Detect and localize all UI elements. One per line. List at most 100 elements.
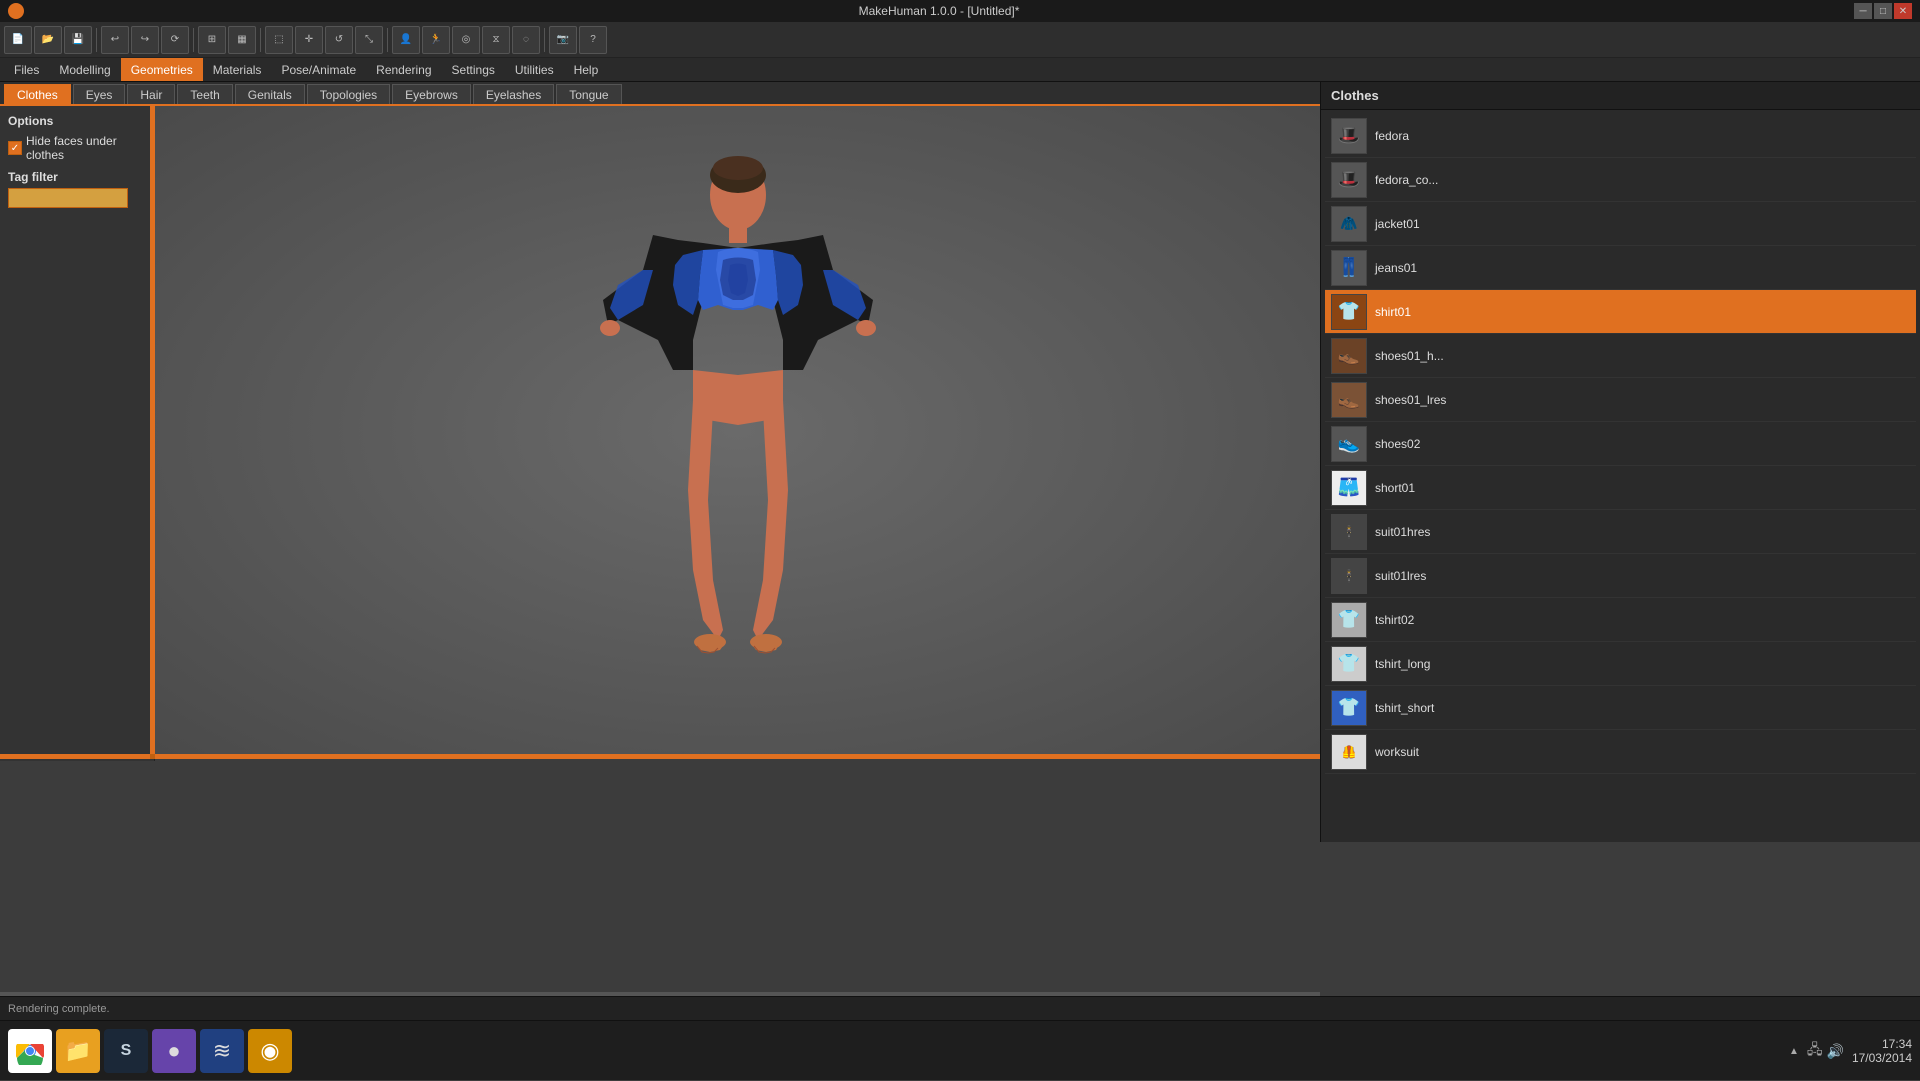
tab-eyebrows[interactable]: Eyebrows: [392, 84, 471, 104]
viewport[interactable]: [155, 106, 1320, 754]
tab-tongue[interactable]: Tongue: [556, 84, 621, 104]
clothes-item-jacket01[interactable]: 🧥 jacket01: [1325, 202, 1916, 246]
taskbar-chrome-icon[interactable]: [8, 1029, 52, 1073]
toolbar-save-btn[interactable]: 💾: [64, 26, 92, 54]
clothes-item-shoes01-lres[interactable]: 👞 shoes01_lres: [1325, 378, 1916, 422]
clothes-thumb-shoes01-lres: 👞: [1331, 382, 1367, 418]
close-button[interactable]: ✕: [1894, 3, 1912, 19]
menu-help[interactable]: Help: [564, 58, 609, 81]
clothes-list: 🎩 fedora 🎩 fedora_co... 🧥 jacket01 👖 jea…: [1321, 110, 1920, 778]
clothes-name-jacket01: jacket01: [1375, 217, 1420, 231]
clothes-item-suit01lres[interactable]: 🕴 suit01lres: [1325, 554, 1916, 598]
window-title: MakeHuman 1.0.0 - [Untitled]*: [24, 4, 1854, 18]
clothes-name-tshirt02: tshirt02: [1375, 613, 1414, 627]
right-panel: Clothes 🎩 fedora 🎩 fedora_co... 🧥 jacket…: [1320, 82, 1920, 842]
toolbar-sep1: [96, 28, 97, 52]
hide-faces-checkbox[interactable]: [8, 141, 22, 155]
titlebar: MakeHuman 1.0.0 - [Untitled]* ─ □ ✕: [0, 0, 1920, 22]
clothes-thumb-worksuit: 🦺: [1331, 734, 1367, 770]
clothes-item-shoes02[interactable]: 👟 shoes02: [1325, 422, 1916, 466]
network-icon: 🖧: [1807, 1039, 1823, 1063]
left-panel: Options Hide faces under clothes Tag fil…: [0, 106, 155, 761]
tab-hair[interactable]: Hair: [127, 84, 175, 104]
clothes-name-shoes01-lres: shoes01_lres: [1375, 393, 1446, 407]
toolbar-screenshot-btn[interactable]: 📷: [549, 26, 577, 54]
clothes-name-jeans01: jeans01: [1375, 261, 1417, 275]
clothes-name-suit01lres: suit01lres: [1375, 569, 1426, 583]
options-title: Options: [8, 114, 146, 128]
clothes-item-shirt01[interactable]: 👕 shirt01: [1325, 290, 1916, 334]
clothes-item-short01[interactable]: 🩳 short01: [1325, 466, 1916, 510]
figure-area: [155, 106, 1320, 754]
clothes-name-shirt01: shirt01: [1375, 305, 1411, 319]
clothes-name-tshirt-short: tshirt_short: [1375, 701, 1434, 715]
clothes-item-fedora-co[interactable]: 🎩 fedora_co...: [1325, 158, 1916, 202]
toolbar-grid-btn[interactable]: ⊞: [198, 26, 226, 54]
clothes-thumb-suit01hres: 🕴: [1331, 514, 1367, 550]
taskbar-steam-icon[interactable]: S: [104, 1029, 148, 1073]
toolbar-redo-btn[interactable]: ↪: [131, 26, 159, 54]
toolbar-help-btn[interactable]: ?: [579, 26, 607, 54]
toolbar-move-btn[interactable]: ✛: [295, 26, 323, 54]
toolbar-pose-btn[interactable]: 🏃: [422, 26, 450, 54]
clothes-thumb-fedora: 🎩: [1331, 118, 1367, 154]
window-controls: ─ □ ✕: [1854, 3, 1912, 19]
clothes-item-suit01hres[interactable]: 🕴 suit01hres: [1325, 510, 1916, 554]
toolbar-rotate-btn[interactable]: ⟳: [161, 26, 189, 54]
tag-filter-input[interactable]: [8, 188, 128, 208]
tab-teeth[interactable]: Teeth: [177, 84, 232, 104]
toolbar-open-btn[interactable]: 📂: [34, 26, 62, 54]
toolbar-scale-btn[interactable]: ⤡: [355, 26, 383, 54]
menu-utilities[interactable]: Utilities: [505, 58, 564, 81]
clothes-name-tshirt-long: tshirt_long: [1375, 657, 1430, 671]
toolbar-smooth-btn[interactable]: ◌: [512, 26, 540, 54]
app-icon: [8, 3, 24, 19]
menu-files[interactable]: Files: [4, 58, 49, 81]
tray-arrow[interactable]: ▲: [1789, 1046, 1799, 1057]
clothes-thumb-suit01lres: 🕴: [1331, 558, 1367, 594]
minimize-button[interactable]: ─: [1854, 3, 1872, 19]
clothes-item-tshirt-short[interactable]: 👕 tshirt_short: [1325, 686, 1916, 730]
toolbar-target-btn[interactable]: ◎: [452, 26, 480, 54]
menu-rendering[interactable]: Rendering: [366, 58, 441, 81]
clothes-name-short01: short01: [1375, 481, 1415, 495]
toolbar-rotate2-btn[interactable]: ↺: [325, 26, 353, 54]
toolbar-new-btn[interactable]: 📄: [4, 26, 32, 54]
maximize-button[interactable]: □: [1874, 3, 1892, 19]
resize-corner[interactable]: [150, 754, 155, 759]
clothes-item-shoes01-h[interactable]: 👞 shoes01_h...: [1325, 334, 1916, 378]
tab-clothes[interactable]: Clothes: [4, 84, 71, 104]
clothes-item-worksuit[interactable]: 🦺 worksuit: [1325, 730, 1916, 774]
status-text: Rendering complete.: [8, 1003, 110, 1015]
menu-poseanimate[interactable]: Pose/Animate: [271, 58, 366, 81]
tabbar: Clothes Eyes Hair Teeth Genitals Topolog…: [0, 82, 1320, 106]
clothes-item-jeans01[interactable]: 👖 jeans01: [1325, 246, 1916, 290]
clothes-item-tshirt02[interactable]: 👕 tshirt02: [1325, 598, 1916, 642]
taskbar-app3-icon[interactable]: ◉: [248, 1029, 292, 1073]
taskbar-files-icon[interactable]: 📁: [56, 1029, 100, 1073]
tab-eyelashes[interactable]: Eyelashes: [473, 84, 554, 104]
tab-topologies[interactable]: Topologies: [307, 84, 390, 104]
resize-handle-horizontal[interactable]: [0, 754, 1320, 759]
clothes-thumb-shoes01-h: 👞: [1331, 338, 1367, 374]
menu-geometries[interactable]: Geometries: [121, 58, 203, 81]
toolbar-select-btn[interactable]: ⬚: [265, 26, 293, 54]
clothes-item-fedora[interactable]: 🎩 fedora: [1325, 114, 1916, 158]
menu-materials[interactable]: Materials: [203, 58, 272, 81]
taskbar: 📁 S ● ≋ ◉ ▲ 🖧 🔊 17:34 17/03/2014: [0, 1020, 1920, 1080]
clothes-item-tshirt-long[interactable]: 👕 tshirt_long: [1325, 642, 1916, 686]
toolbar-human-btn[interactable]: 👤: [392, 26, 420, 54]
menu-settings[interactable]: Settings: [442, 58, 505, 81]
taskbar-app1-icon[interactable]: ●: [152, 1029, 196, 1073]
sys-icons: 🖧 🔊: [1807, 1039, 1844, 1063]
toolbar-checker-btn[interactable]: ▦: [228, 26, 256, 54]
clothes-thumb-tshirt-short: 👕: [1331, 690, 1367, 726]
toolbar-mirror-btn[interactable]: ⧖: [482, 26, 510, 54]
taskbar-app2-icon[interactable]: ≋: [200, 1029, 244, 1073]
volume-icon: 🔊: [1827, 1043, 1844, 1060]
menu-modelling[interactable]: Modelling: [49, 58, 120, 81]
clothes-name-shoes02: shoes02: [1375, 437, 1420, 451]
tab-eyes[interactable]: Eyes: [73, 84, 126, 104]
tab-genitals[interactable]: Genitals: [235, 84, 305, 104]
toolbar-undo-btn[interactable]: ↩: [101, 26, 129, 54]
